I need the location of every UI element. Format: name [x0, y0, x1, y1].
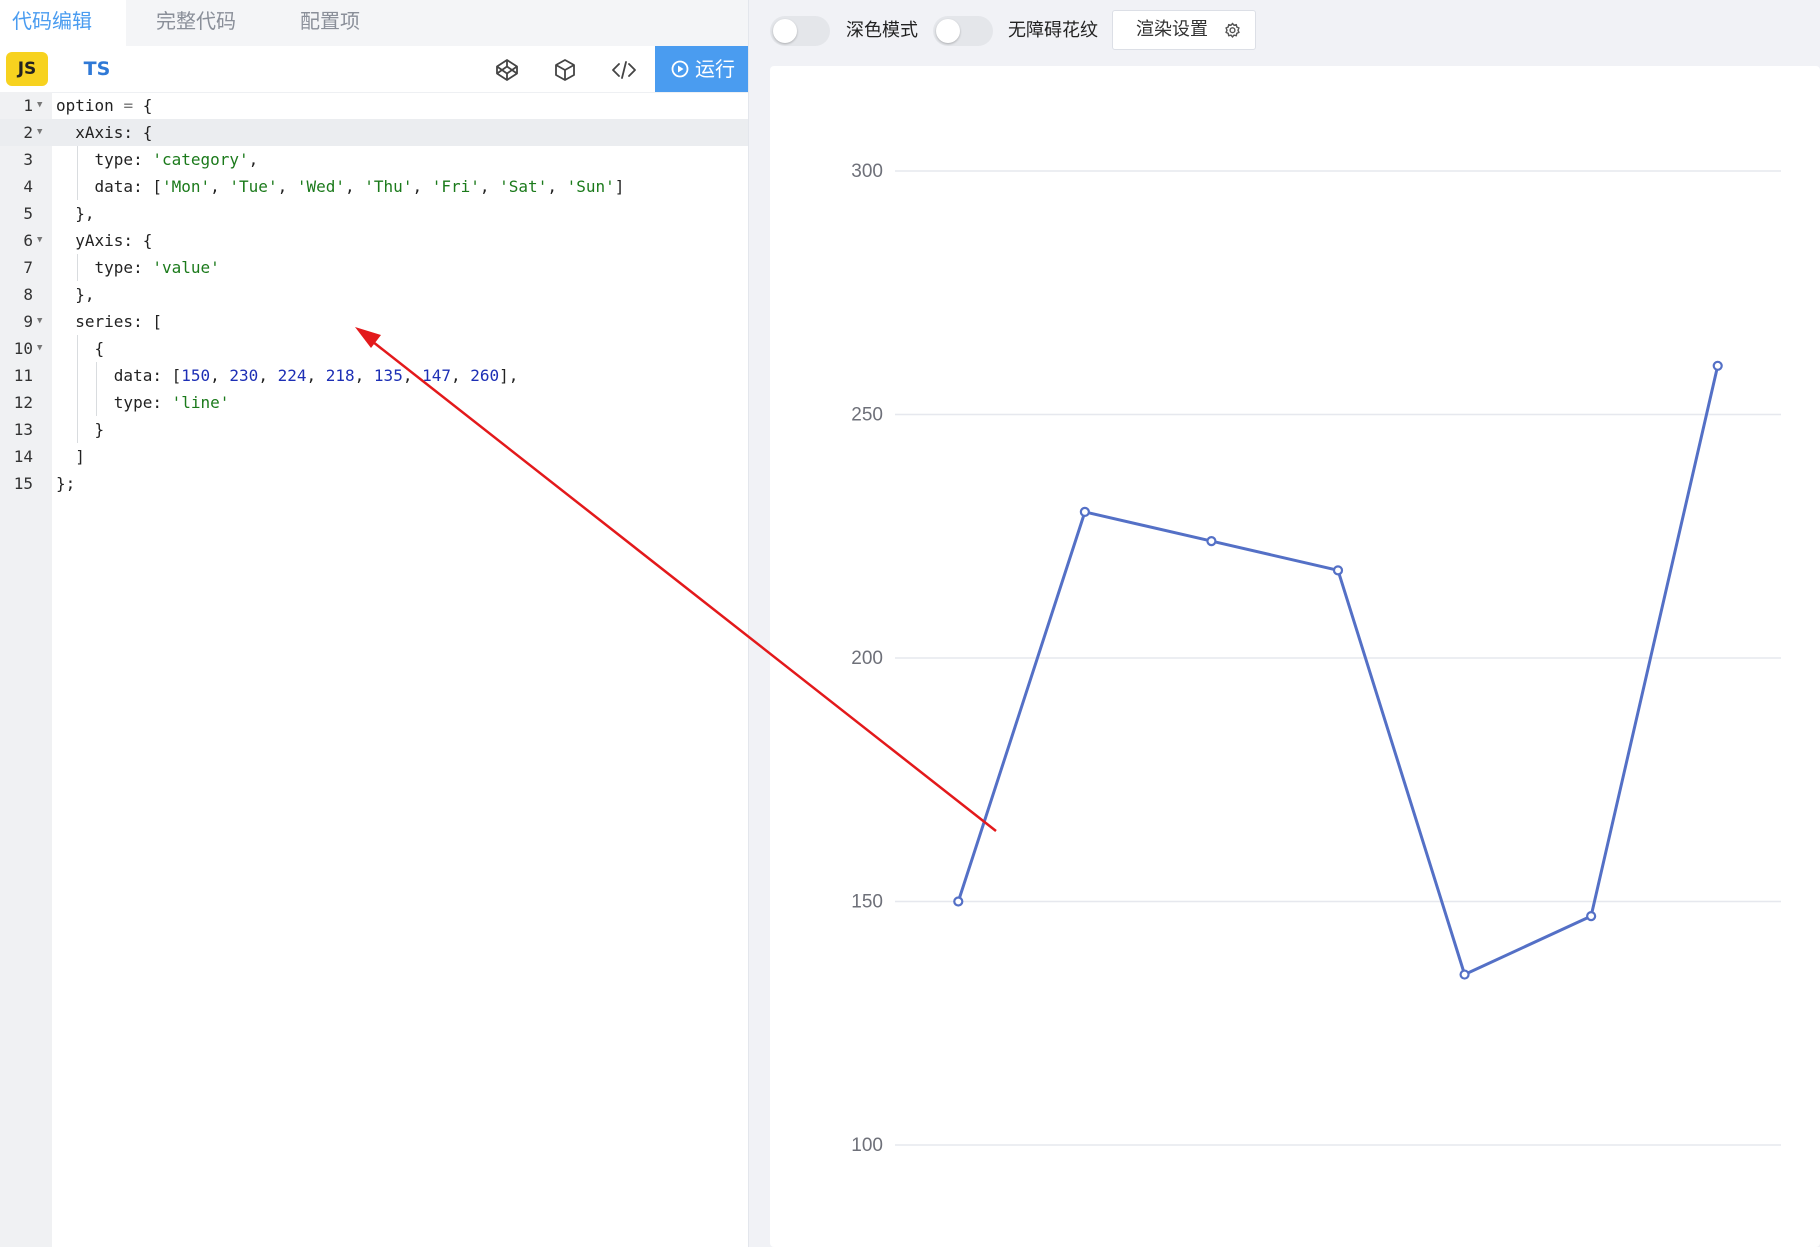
code-line[interactable]: 13 } [0, 416, 748, 443]
code-line-text: { [56, 339, 105, 358]
render-settings-label: 渲染设置 [1136, 19, 1208, 40]
y-tick-label: 100 [851, 1135, 883, 1156]
code-line-text: }, [56, 204, 95, 223]
line-number: 2 [23, 123, 33, 142]
line-number: 8 [23, 285, 33, 304]
y-tick-label: 300 [851, 161, 883, 182]
code-line[interactable]: 12 type: 'line' [0, 389, 748, 416]
code-line[interactable]: 3 type: 'category', [0, 146, 748, 173]
series-line [956, 365, 1720, 976]
embed-code-icon[interactable] [611, 57, 637, 83]
code-line[interactable]: 15}; [0, 470, 748, 497]
code-line-text: data: ['Mon', 'Tue', 'Wed', 'Thu', 'Fri'… [56, 177, 625, 196]
code-line[interactable]: 4 data: ['Mon', 'Tue', 'Wed', 'Thu', 'Fr… [0, 173, 748, 200]
code-line-text: option = { [56, 96, 153, 115]
line-number: 12 [13, 393, 33, 412]
dark-mode-toggle[interactable] [770, 16, 830, 46]
line-number: 11 [13, 366, 33, 385]
data-point[interactable] [953, 896, 964, 907]
toggle-knob [936, 19, 960, 43]
preview-pane: 深色模式 无障碍花纹 渲染设置 100 150 200 250 300 [749, 0, 1820, 1247]
code-line-text: series: [ [56, 312, 162, 331]
gear-icon [1225, 22, 1240, 38]
fold-toggle-icon[interactable]: ▼ [37, 92, 42, 119]
decal-pattern-label: 无障碍花纹 [1008, 20, 1098, 41]
code-line[interactable]: 9 ▼ series: [ [0, 308, 748, 335]
code-line-text: type: 'value' [56, 258, 220, 277]
data-point[interactable] [1459, 969, 1470, 980]
code-line-text: ] [56, 447, 85, 466]
dark-mode-label: 深色模式 [846, 20, 918, 41]
code-line[interactable]: 10 ▼ { [0, 335, 748, 362]
y-tick-label: 250 [851, 405, 883, 426]
code-line-text: yAxis: { [56, 231, 153, 250]
y-tick-label: 200 [851, 648, 883, 669]
data-point[interactable] [1079, 506, 1090, 517]
editor-tab-bar: 代码编辑 完整代码 配置项 [0, 0, 748, 46]
code-line[interactable]: 8 }, [0, 281, 748, 308]
code-line[interactable]: 14 ] [0, 443, 748, 470]
line-number: 14 [13, 447, 33, 466]
code-line[interactable]: 11 data: [150, 230, 224, 218, 135, 147, … [0, 362, 748, 389]
tab-code-edit[interactable]: 代码编辑 [0, 0, 126, 46]
play-circle-icon [671, 60, 689, 78]
fold-toggle-icon[interactable]: ▼ [37, 119, 42, 146]
codepen-icon[interactable] [494, 57, 520, 83]
data-point[interactable] [1712, 360, 1723, 371]
fold-toggle-icon[interactable]: ▼ [37, 335, 42, 362]
code-line[interactable]: 1 ▼ option = { [0, 92, 748, 119]
line-number: 10 [13, 339, 33, 358]
code-line-text: } [56, 420, 105, 439]
line-number: 13 [13, 420, 33, 439]
line-number: 7 [23, 258, 33, 277]
line-number: 5 [23, 204, 33, 223]
tab-options[interactable]: 配置项 [288, 0, 388, 46]
code-line[interactable]: 6 ▼ yAxis: { [0, 227, 748, 254]
js-language-button[interactable]: JS [6, 52, 48, 86]
chart-panel: 100 150 200 250 300 [770, 66, 1820, 1247]
code-line[interactable]: 2 ▼ xAxis: { [0, 119, 748, 146]
line-number: 9 [23, 312, 33, 331]
code-line-text: }, [56, 285, 95, 304]
ts-language-button[interactable]: TS [76, 52, 118, 86]
line-number: 6 [23, 231, 33, 250]
code-line-text: data: [150, 230, 224, 218, 135, 147, 260… [56, 366, 519, 385]
line-number: 4 [23, 177, 33, 196]
line-number: 3 [23, 150, 33, 169]
code-line-text: type: 'category', [56, 150, 259, 169]
decal-pattern-toggle[interactable] [933, 16, 993, 46]
fold-toggle-icon[interactable]: ▼ [37, 227, 42, 254]
tab-full-code[interactable]: 完整代码 [144, 0, 264, 46]
line-chart[interactable]: 100 150 200 250 300 [770, 66, 1820, 1247]
line-number: 15 [13, 474, 33, 493]
y-tick-label: 150 [851, 892, 883, 913]
editor-toolbar: JS TS 运行 [0, 46, 748, 93]
run-button[interactable]: 运行 [655, 46, 748, 92]
run-button-label: 运行 [695, 57, 735, 81]
data-point[interactable] [1206, 536, 1217, 547]
toggle-knob [773, 19, 797, 43]
code-area[interactable]: 1 ▼ option = {2 ▼ xAxis: {3 type: 'category… [0, 92, 748, 497]
code-line[interactable]: 5 }, [0, 200, 748, 227]
fold-toggle-icon[interactable]: ▼ [37, 308, 42, 335]
codesandbox-icon[interactable] [552, 57, 578, 83]
data-point[interactable] [1586, 911, 1597, 922]
code-editor-pane: 代码编辑 完整代码 配置项 JS TS 运行 1 ▼ option = {2 ▼ xA… [0, 0, 749, 1247]
code-line[interactable]: 7 type: 'value' [0, 254, 748, 281]
data-point[interactable] [1332, 565, 1344, 576]
render-settings-button[interactable]: 渲染设置 [1112, 10, 1256, 50]
line-number: 1 [23, 96, 33, 115]
code-line-text: }; [56, 474, 76, 493]
code-line-text: xAxis: { [56, 123, 153, 142]
code-line-text: type: 'line' [56, 393, 230, 412]
